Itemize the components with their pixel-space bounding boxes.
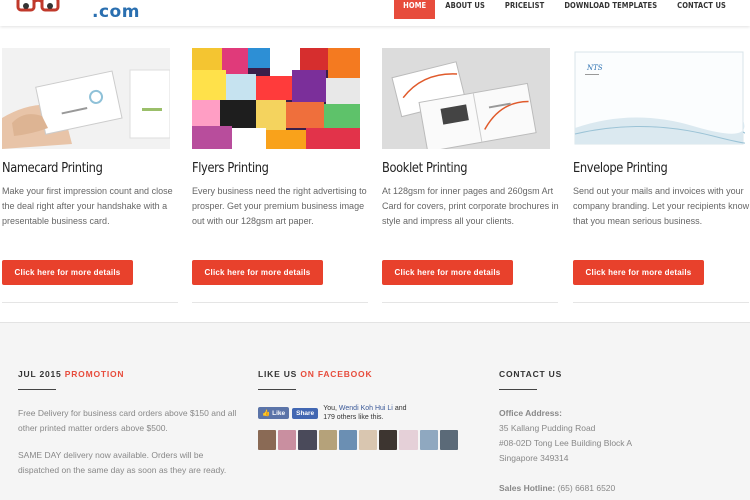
divider	[192, 302, 368, 303]
promotion-text: Free Delivery for business card orders a…	[18, 406, 246, 478]
avatar[interactable]	[258, 430, 277, 450]
facebook-like-box: 👍 Like Share You, Wendi Koh Hui Li and 1…	[258, 404, 458, 422]
promotion-paragraph-1: Free Delivery for business card orders a…	[18, 408, 237, 433]
hotline-label: Sales Hotline:	[499, 483, 556, 493]
sales-hotline: Sales Hotline: (65) 6681 6520	[499, 481, 729, 496]
facebook-heading-accent: ON FACEBOOK	[300, 369, 373, 379]
main-nav: HOME ABOUT US PRICELIST DOWNLOAD TEMPLAT…	[394, 0, 736, 19]
nav-home[interactable]: HOME	[394, 0, 436, 19]
avatar[interactable]	[278, 430, 297, 450]
divider	[382, 302, 558, 303]
avatar[interactable]	[379, 430, 398, 450]
thumbs-up-icon: 👍	[262, 410, 271, 417]
avatar[interactable]	[419, 430, 438, 450]
facebook-like-button[interactable]: 👍 Like	[258, 407, 290, 419]
product-card-envelope: NTS Envelope Printing Send out your mail…	[573, 48, 749, 303]
nav-download-templates[interactable]: DOWNLOAD TEMPLATES	[554, 0, 667, 19]
contact-column: CONTACT US Office Address: 35 Kallang Pu…	[499, 369, 729, 496]
avatar[interactable]	[359, 430, 378, 450]
nav-about-us[interactable]: ABOUT US	[435, 0, 495, 19]
address-line-1: 35 Kallang Pudding Road	[499, 423, 596, 433]
booklet-photo[interactable]	[382, 48, 550, 149]
avatar[interactable]	[318, 430, 337, 450]
product-description: Send out your mails and invoices with yo…	[573, 186, 750, 227]
heading-underline	[18, 389, 56, 390]
promotion-heading-accent: PROMOTION	[64, 369, 125, 379]
logo-text[interactable]: .com	[92, 2, 140, 22]
friend-name-link[interactable]: Wendi Koh Hui Li	[339, 405, 393, 412]
product-description: Make your first impression count and clo…	[2, 186, 173, 227]
avatar[interactable]	[298, 430, 317, 450]
facebook-heading-prefix: LIKE US	[258, 369, 298, 379]
avatar[interactable]	[439, 430, 459, 450]
envelope-details-button[interactable]: Click here for more details	[573, 260, 704, 285]
facebook-column: LIKE US ON FACEBOOK 👍 Like Share You, We…	[258, 369, 459, 450]
facebook-heading: LIKE US ON FACEBOOK	[258, 369, 458, 379]
product-description: Every business need the right advertisin…	[192, 186, 367, 227]
product-description: At 128gsm for inner pages and 260gsm Art…	[382, 186, 559, 227]
facebook-like-text: You, Wendi Koh Hui Li and 179 others lik…	[323, 404, 406, 422]
divider	[2, 302, 178, 303]
like-text-prefix: You,	[323, 405, 337, 412]
avatar[interactable]	[338, 430, 358, 450]
nav-contact-us[interactable]: CONTACT US	[667, 0, 736, 19]
facebook-faces	[258, 430, 459, 450]
product-title: Booklet Printing	[382, 161, 468, 176]
product-title: Envelope Printing	[573, 161, 668, 176]
business-card-photo[interactable]	[2, 48, 170, 149]
heading-underline	[258, 389, 296, 390]
namecard-details-button[interactable]: Click here for more details	[2, 260, 133, 285]
envelope-photo[interactable]: NTS	[573, 48, 745, 149]
promotion-heading: JUL 2015 PROMOTION	[18, 369, 246, 379]
contact-details: Office Address: 35 Kallang Pudding Road …	[499, 406, 729, 496]
flyers-collage-photo[interactable]	[192, 48, 360, 149]
address-line-3: Singapore 349314	[499, 453, 569, 463]
like-label: Like	[272, 409, 286, 417]
like-count-text: 179 others like this.	[323, 414, 384, 421]
product-card-booklet: Booklet Printing At 128gsm for inner pag…	[382, 48, 559, 303]
flyers-details-button[interactable]: Click here for more details	[192, 260, 323, 285]
svg-text:NTS: NTS	[586, 64, 603, 72]
heading-underline	[499, 389, 537, 390]
contact-heading: CONTACT US	[499, 369, 563, 379]
hotline-value[interactable]: (65) 6681 6520	[558, 483, 616, 493]
site-header: .com HOME ABOUT US PRICELIST DOWNLOAD TE…	[0, 0, 750, 26]
promotion-column: JUL 2015 PROMOTION Free Delivery for bus…	[18, 369, 246, 490]
product-title: Flyers Printing	[192, 161, 269, 176]
facebook-share-button[interactable]: Share	[292, 407, 319, 419]
divider	[573, 302, 749, 303]
product-title: Namecard Printing	[2, 161, 103, 176]
like-text-suffix: and	[394, 405, 407, 412]
glasses-logo-icon[interactable]	[16, 0, 60, 16]
address-line-2: #08-02D Tong Lee Building Block A	[499, 438, 633, 448]
product-card-flyers: Flyers Printing Every business need the …	[192, 48, 368, 303]
product-card-namecard: Namecard Printing Make your first impres…	[2, 48, 178, 303]
site-footer: JUL 2015 PROMOTION Free Delivery for bus…	[0, 322, 750, 500]
booklet-details-button[interactable]: Click here for more details	[382, 260, 513, 285]
nav-pricelist[interactable]: PRICELIST	[495, 0, 554, 19]
promotion-heading-prefix: JUL 2015	[18, 369, 62, 379]
promotion-paragraph-2: SAME DAY delivery now available. Orders …	[18, 450, 227, 475]
address-label: Office Address:	[499, 408, 562, 418]
avatar[interactable]	[399, 430, 418, 450]
